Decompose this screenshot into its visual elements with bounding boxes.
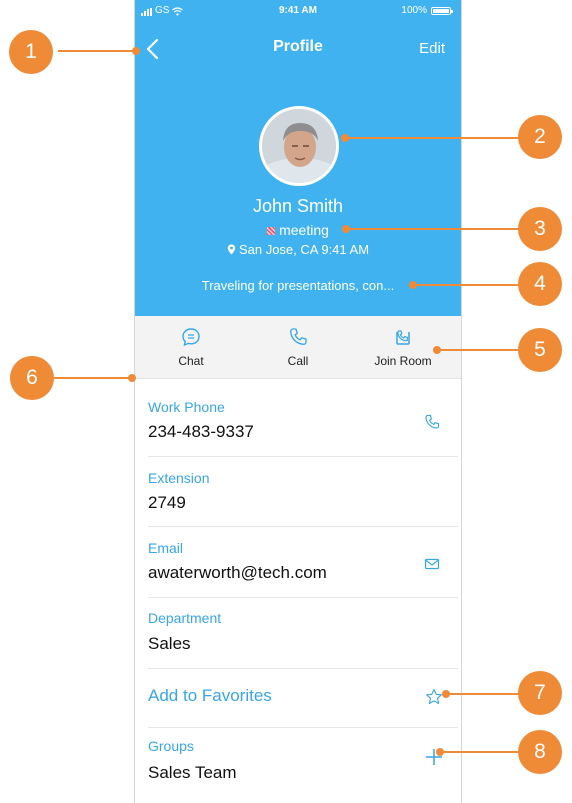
work-phone-label: Work Phone xyxy=(148,399,225,415)
callout-7: 7 xyxy=(518,671,562,715)
battery-percent: 100% xyxy=(401,5,427,16)
chevron-left-icon xyxy=(146,38,159,60)
callout-2-line xyxy=(346,137,522,139)
work-phone-row: Work Phone 234-483-9337 xyxy=(148,378,458,457)
callout-2: 2 xyxy=(518,115,562,159)
favorite-toggle[interactable] xyxy=(425,688,443,706)
presence-label: meeting xyxy=(279,222,329,238)
profile-header: GS 9:41 AM 100% Profile Edit John Smith … xyxy=(135,0,461,316)
location-text: San Jose, CA 9:41 AM xyxy=(238,242,370,257)
callout-2-dot xyxy=(341,134,349,142)
join-room-icon xyxy=(396,330,410,345)
status-bar: GS 9:41 AM 100% xyxy=(135,0,461,22)
callout-4-dot xyxy=(409,281,417,289)
nav-bar: Profile Edit xyxy=(135,30,461,66)
add-to-favorites-button[interactable]: Add to Favorites xyxy=(148,686,272,706)
location: San Jose, CA 9:41 AM xyxy=(135,242,461,257)
callout-5: 5 xyxy=(518,328,562,372)
callout-3: 3 xyxy=(518,207,562,251)
favorites-row[interactable]: Add to Favorites xyxy=(148,668,458,728)
callout-7-line xyxy=(447,693,521,695)
work-phone-value: 234-483-9337 xyxy=(148,422,254,441)
back-button[interactable] xyxy=(141,34,167,64)
callout-3-line xyxy=(347,228,521,230)
call-button[interactable]: Call xyxy=(248,326,348,368)
extension-label: Extension xyxy=(148,470,210,486)
callout-8-line xyxy=(441,751,521,753)
callout-8-dot xyxy=(436,748,444,756)
phone-icon xyxy=(290,328,307,345)
action-bar: Chat Call Join Room xyxy=(135,316,461,379)
groups-label: Groups xyxy=(148,738,194,754)
callout-4: 4 xyxy=(518,262,562,306)
department-value: Sales xyxy=(148,634,191,653)
email-row: Email awaterworth@tech.com xyxy=(148,526,458,598)
presence-status: meeting xyxy=(135,222,461,238)
callout-4-line xyxy=(414,284,520,286)
department-label: Department xyxy=(148,610,222,626)
chat-button[interactable]: Chat xyxy=(141,326,241,368)
email-label: Email xyxy=(148,540,184,556)
star-icon xyxy=(426,688,442,705)
phone-screen: GS 9:41 AM 100% Profile Edit John Smith … xyxy=(134,0,462,803)
callout-6-dot xyxy=(128,374,136,382)
avatar-photo xyxy=(262,109,336,183)
callout-5-dot xyxy=(433,346,441,354)
battery-fill xyxy=(433,8,449,13)
callout-3-dot xyxy=(342,225,350,233)
join-room-label: Join Room xyxy=(374,354,432,368)
extension-row: Extension 2749 xyxy=(148,456,458,527)
location-pin-icon xyxy=(227,244,236,255)
chat-bubble-icon xyxy=(182,328,200,347)
callout-6-line xyxy=(54,377,132,379)
avatar[interactable] xyxy=(259,106,339,186)
callout-7-dot xyxy=(442,690,450,698)
callout-1: 1 xyxy=(9,30,53,74)
department-row: Department Sales xyxy=(148,597,458,669)
callout-6: 6 xyxy=(10,356,54,400)
extension-value: 2749 xyxy=(148,493,186,512)
groups-value: Sales Team xyxy=(148,763,237,782)
send-email-button[interactable] xyxy=(423,555,441,573)
call-label: Call xyxy=(287,354,309,368)
callout-8: 8 xyxy=(518,730,562,774)
groups-row: Groups Sales Team xyxy=(148,727,458,803)
callout-1-line xyxy=(58,50,136,52)
meeting-status-icon xyxy=(267,227,276,235)
edit-button[interactable]: Edit xyxy=(419,40,445,57)
email-value[interactable]: awaterworth@tech.com xyxy=(148,563,327,583)
mail-icon xyxy=(424,558,440,570)
work-phone-call-button[interactable] xyxy=(423,413,441,431)
battery-icon xyxy=(431,6,453,15)
phone-icon xyxy=(425,414,440,429)
callout-5-line xyxy=(438,349,520,351)
page-title: Profile xyxy=(273,38,323,55)
chat-label: Chat xyxy=(178,354,204,368)
battery-indicator: 100% xyxy=(401,5,453,16)
profile-name: John Smith xyxy=(252,196,344,216)
callout-1-dot xyxy=(132,47,140,55)
